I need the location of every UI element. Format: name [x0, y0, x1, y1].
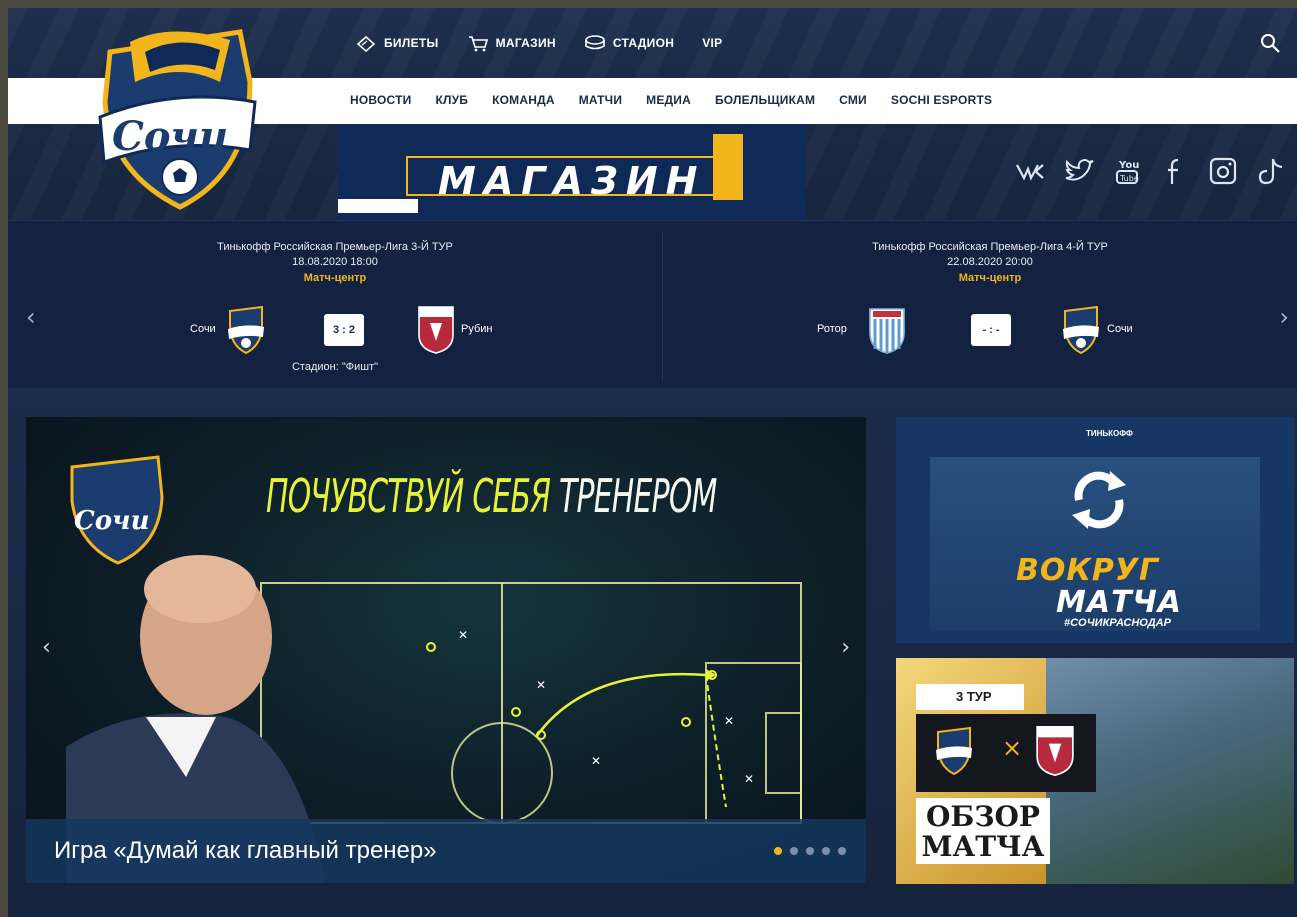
- away-team-name: Сочи: [1107, 323, 1133, 335]
- svg-text:✕: ✕: [458, 628, 468, 642]
- promo-hashtag-b: КРАСНОДАР: [1102, 617, 1171, 629]
- match-card: Тинькофф Российская Премьер-Лига 4-Й ТУР…: [663, 221, 1297, 389]
- hero-slider[interactable]: ✕ ✕ ✕ ✕ ✕ Сочи ПОЧУВСТВУЙ СЕБЯ ТРЕНЕРОМ …: [26, 417, 866, 883]
- nav-media[interactable]: МЕДИА: [646, 93, 691, 107]
- topnav-tickets[interactable]: БИЛЕТЫ: [355, 34, 439, 52]
- svg-text:✕: ✕: [744, 772, 754, 786]
- slider-dot[interactable]: [822, 847, 830, 855]
- slider-prev-arrow[interactable]: ‹: [42, 635, 51, 660]
- match-center-link[interactable]: Матч-центр: [8, 272, 662, 284]
- match-center-link[interactable]: Матч-центр: [663, 272, 1297, 284]
- promo-hashtag: #СОЧИКРАСНОДАР: [1064, 617, 1171, 629]
- refresh-icon: [1072, 471, 1126, 529]
- topnav-tickets-label: БИЛЕТЫ: [384, 36, 439, 50]
- match-league: Тинькофф Российская Премьер-Лига 3-Й ТУР: [217, 241, 453, 253]
- svg-text:Сочи: Сочи: [74, 506, 150, 536]
- promo-line1: ВОКРУГ: [1016, 553, 1160, 588]
- promo-match-review[interactable]: 3 ТУР × ОБЗОР МАТЧА: [896, 658, 1294, 884]
- match-date: 22.08.2020 20:00: [947, 256, 1033, 268]
- topnav-vip[interactable]: VIP: [702, 36, 722, 50]
- sochi-crest-icon: [1063, 305, 1099, 355]
- promo-brand: ТИНЬКОФФ: [1086, 429, 1133, 438]
- home-team-name: Сочи: [190, 323, 216, 335]
- svg-text:Сочи: Сочи: [112, 113, 228, 160]
- nav-esports[interactable]: SOCHI ESPORTS: [891, 93, 992, 107]
- vk-icon[interactable]: [1015, 156, 1047, 186]
- banner-white-bar: [338, 199, 418, 213]
- promo-around-match[interactable]: ТИНЬКОФФ ВОКРУГ МАТЧА #СОЧИКРАСНОДАР: [896, 417, 1294, 643]
- twitter-icon[interactable]: [1063, 156, 1095, 186]
- match-league: Тинькофф Российская Премьер-Лига 4-Й ТУР: [872, 241, 1108, 253]
- svg-text:✕: ✕: [591, 754, 601, 768]
- instagram-icon[interactable]: [1207, 156, 1239, 186]
- slider-headline: ПОЧУВСТВУЙ СЕБЯ ТРЕНЕРОМ: [266, 469, 717, 523]
- slider-dot[interactable]: [806, 847, 814, 855]
- match-date: 18.08.2020 18:00: [292, 256, 378, 268]
- versus-panel: ×: [916, 714, 1096, 792]
- nav-press[interactable]: СМИ: [839, 93, 867, 107]
- rubin-crest-icon: [1036, 726, 1074, 777]
- svg-text:You: You: [1118, 160, 1139, 171]
- nav-club[interactable]: КЛУБ: [435, 93, 468, 107]
- promo-line2: МАТЧА: [1056, 585, 1182, 620]
- shop-banner[interactable]: МАГАЗИН: [338, 124, 806, 220]
- svg-text:✕: ✕: [724, 714, 734, 728]
- club-logo[interactable]: Сочи: [90, 22, 260, 212]
- matches-strip: ‹ › Тинькофф Российская Премьер-Лига 3-Й…: [8, 220, 1297, 388]
- headline-white: ТРЕНЕРОМ: [558, 469, 717, 523]
- promo-tour-label: 3 ТУР: [916, 684, 1024, 710]
- away-team-name: Рубин: [461, 323, 493, 335]
- nav-news[interactable]: НОВОСТИ: [350, 93, 411, 107]
- topnav-stadium[interactable]: СТАДИОН: [584, 34, 674, 52]
- shop-banner-label: МАГАЗИН: [438, 159, 706, 203]
- banner-gold-bar: [713, 134, 743, 200]
- slider-dot[interactable]: [838, 847, 846, 855]
- main-content: ✕ ✕ ✕ ✕ ✕ Сочи ПОЧУВСТВУЙ СЕБЯ ТРЕНЕРОМ …: [8, 388, 1297, 917]
- site-header: БИЛЕТЫ МАГАЗИН СТАДИОН VIP НОВОСТИ КЛУБ …: [8, 8, 1297, 220]
- page-frame: БИЛЕТЫ МАГАЗИН СТАДИОН VIP НОВОСТИ КЛУБ …: [8, 8, 1297, 917]
- svg-text:Tube: Tube: [1119, 174, 1139, 183]
- match-score: 3 : 2: [324, 314, 364, 346]
- tiktok-icon[interactable]: [1255, 156, 1287, 186]
- main-nav: НОВОСТИ КЛУБ КОМАНДА МАТЧИ МЕДИА БОЛЕЛЬЩ…: [350, 93, 992, 107]
- topnav-vip-label: VIP: [702, 36, 723, 50]
- sochi-crest-icon: [228, 305, 264, 355]
- cart-icon: [468, 36, 488, 52]
- stadium-icon: [585, 35, 605, 50]
- social-links: You Tube: [1015, 156, 1287, 186]
- slider-next-arrow[interactable]: ›: [841, 635, 850, 660]
- svg-text:✕: ✕: [536, 678, 546, 692]
- topnav-shop[interactable]: МАГАЗИН: [467, 34, 556, 52]
- versus-x: ×: [1002, 734, 1023, 762]
- facebook-icon[interactable]: [1159, 156, 1191, 186]
- nav-matches[interactable]: МАТЧИ: [579, 93, 622, 107]
- nav-team[interactable]: КОМАНДА: [492, 93, 555, 107]
- rubin-crest-icon: [418, 306, 454, 354]
- slider-dot[interactable]: [774, 847, 782, 855]
- match-score: - : -: [971, 314, 1011, 346]
- topnav-stadium-label: СТАДИОН: [612, 36, 675, 50]
- slider-dots: [774, 847, 846, 855]
- slider-caption[interactable]: Игра «Думай как главный тренер»: [54, 837, 437, 865]
- search-icon[interactable]: [1259, 32, 1281, 54]
- headline-yellow: ПОЧУВСТВУЙ СЕБЯ: [266, 469, 551, 523]
- nav-fans[interactable]: БОЛЕЛЬЩИКАМ: [715, 93, 815, 107]
- match-stadium: Стадион: "Фишт": [291, 361, 379, 373]
- match-card: Тинькофф Российская Премьер-Лига 3-Й ТУР…: [8, 221, 662, 389]
- topnav-shop-label: МАГАЗИН: [495, 36, 556, 50]
- slider-dot[interactable]: [790, 847, 798, 855]
- rotor-crest-icon: [869, 308, 905, 354]
- home-team-name: Ротор: [817, 323, 847, 335]
- promo-hashtag-a: #СОЧИ: [1064, 617, 1103, 629]
- ticket-icon: [356, 35, 376, 52]
- youtube-icon[interactable]: You Tube: [1111, 156, 1143, 186]
- top-nav: БИЛЕТЫ МАГАЗИН СТАДИОН VIP: [355, 34, 722, 52]
- promo-review-label: ОБЗОР МАТЧА: [916, 798, 1050, 864]
- sochi-crest-icon: [936, 726, 972, 776]
